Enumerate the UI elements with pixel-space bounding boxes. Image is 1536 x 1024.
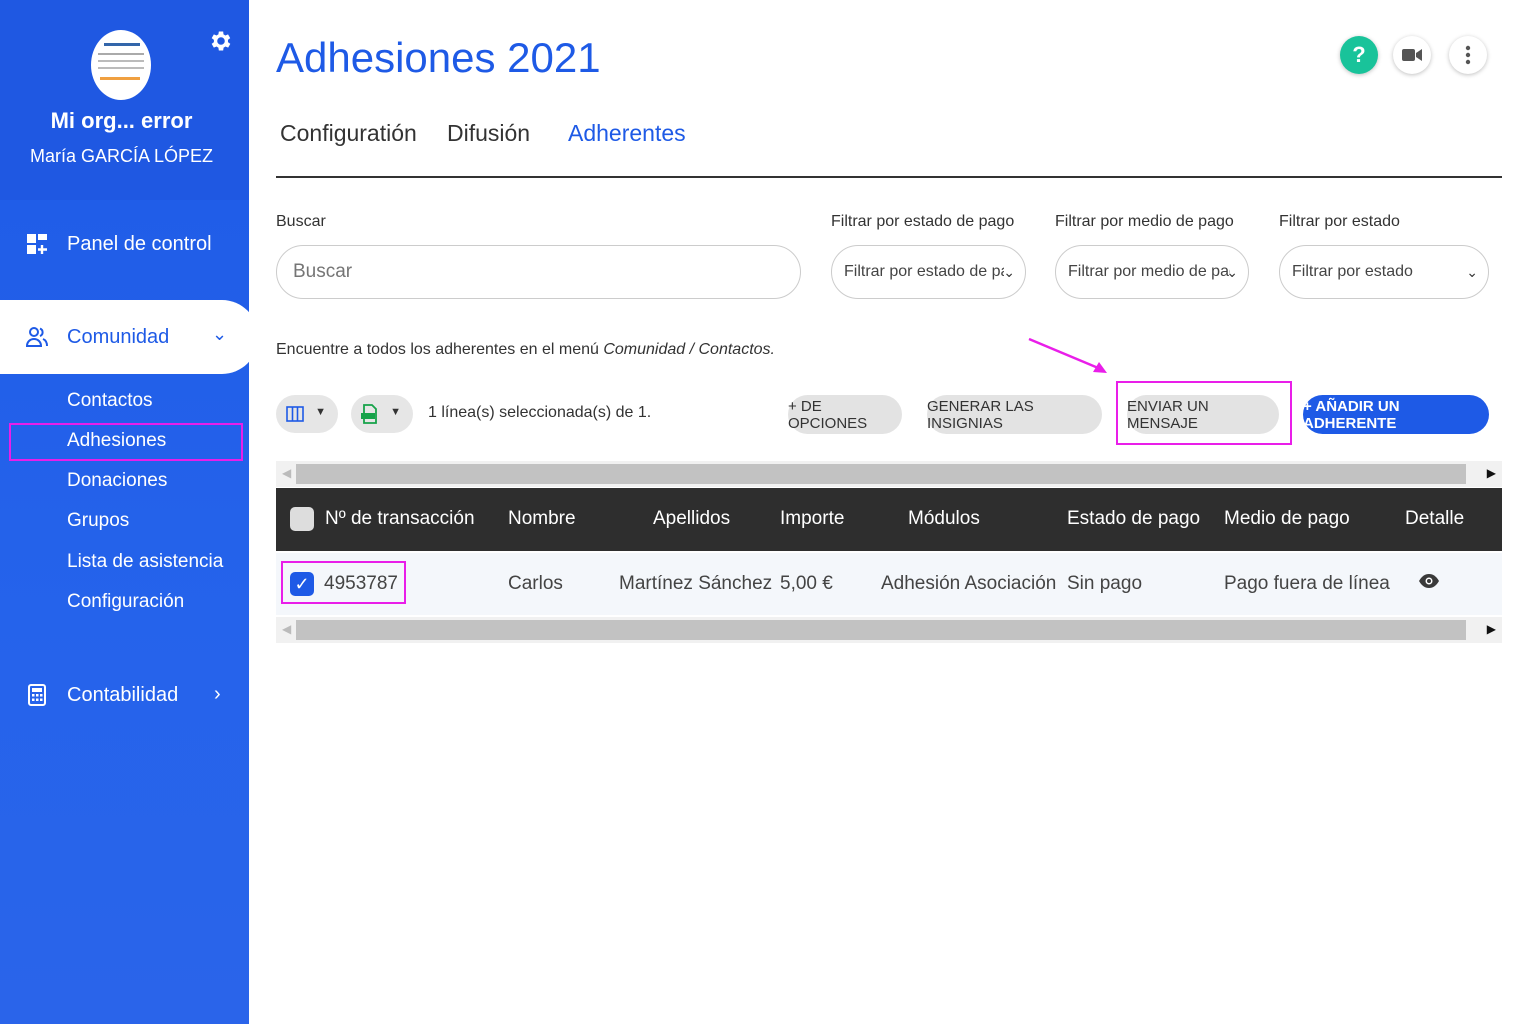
nav-community-label: Comunidad <box>67 325 170 348</box>
page-title: Adhesiones 2021 <box>276 34 601 81</box>
dashboard-icon <box>27 234 47 254</box>
col-detail: Detalle <box>1405 508 1465 529</box>
dropdown-caret-icon: ▼ <box>390 406 401 418</box>
tab-adherentes[interactable]: Adherentes <box>568 120 686 147</box>
status-label: Filtrar por estado <box>1279 213 1400 230</box>
video-button[interactable] <box>1393 36 1431 74</box>
sidebar-item-grupos[interactable]: Grupos <box>67 510 129 532</box>
tab-bar: Configuratión Difusión Adherentes <box>276 116 1502 178</box>
columns-button[interactable]: ▼ <box>276 395 338 433</box>
select-all-checkbox[interactable] <box>290 507 314 531</box>
user-name: María GARCÍA LÓPEZ <box>29 146 214 166</box>
add-member-button[interactable]: + AÑADIR UN ADHERENTE <box>1303 395 1489 434</box>
tab-difusion[interactable]: Difusión <box>447 120 530 147</box>
selection-count: 1 línea(s) seleccionada(s) de 1. <box>428 404 652 421</box>
cell-module: Adhesión Asociación <box>881 573 1057 594</box>
chevron-down-icon: ⌄ <box>1003 264 1015 280</box>
generate-badges-button[interactable]: GENERAR LAS INSIGNIAS <box>927 395 1102 434</box>
chevron-down-icon: ⌄ <box>1466 264 1478 280</box>
profile-section: Mi org... error María GARCÍA LÓPEZ <box>0 0 249 200</box>
export-file-icon <box>361 404 377 424</box>
nav-community[interactable]: Comunidad ⌄ <box>0 300 258 374</box>
col-payment-method[interactable]: Medio de pago <box>1224 508 1350 530</box>
col-amount[interactable]: Importe <box>780 508 844 530</box>
cell-amount: 5,00 € <box>780 573 833 594</box>
info-text-main: Encuentre a todos los adherentes en el m… <box>276 341 604 358</box>
annotation-arrow-icon <box>1028 337 1107 373</box>
chevron-right-icon[interactable]: › <box>214 683 221 706</box>
eye-icon[interactable] <box>1418 573 1440 589</box>
nav-dashboard-label: Panel de control <box>67 232 212 255</box>
help-button[interactable]: ? <box>1340 36 1378 74</box>
sidebar-item-configuracion[interactable]: Configuración <box>67 591 184 613</box>
video-camera-icon <box>1402 49 1422 61</box>
org-name: Mi org... error <box>50 108 193 133</box>
send-message-highlight <box>1116 381 1292 445</box>
table-row[interactable]: ✓ 4953787 Carlos Martínez Sánchez 5,00 €… <box>276 553 1502 615</box>
status-value: Filtrar por estado <box>1292 263 1413 280</box>
more-options-btn[interactable]: + DE OPCIONES <box>788 395 902 434</box>
chevron-down-icon: ⌄ <box>1226 264 1238 280</box>
transaction-highlight <box>281 561 406 604</box>
dropdown-caret-icon: ▼ <box>315 406 326 418</box>
help-icon: ? <box>1352 42 1366 67</box>
search-input[interactable] <box>276 245 801 299</box>
active-item-highlight <box>9 423 243 461</box>
payment-status-label: Filtrar por estado de pago <box>831 213 1015 230</box>
cell-last-name: Martínez Sánchez <box>619 573 773 594</box>
col-last-name[interactable]: Apellidos <box>653 508 730 530</box>
columns-icon <box>286 406 304 422</box>
scroll-right-icon[interactable]: ▶ <box>1487 622 1496 636</box>
more-vertical-icon <box>1465 45 1471 65</box>
horizontal-scrollbar-top[interactable]: ◀ ▶ <box>276 461 1502 487</box>
scroll-left-icon[interactable]: ◀ <box>282 622 291 636</box>
horizontal-scrollbar-bottom[interactable]: ◀ ▶ <box>276 617 1502 643</box>
col-first-name[interactable]: Nombre <box>508 508 576 530</box>
tab-configuracion[interactable]: Configuratión <box>280 120 417 147</box>
sidebar-item-asistencia[interactable]: Lista de asistencia <box>67 551 223 573</box>
payment-method-select[interactable]: Filtrar por medio de pago ⌄ <box>1055 245 1249 299</box>
info-text: Encuentre a todos los adherentes en el m… <box>276 341 775 359</box>
col-modules[interactable]: Módulos <box>908 508 980 530</box>
nav-accounting[interactable]: Contabilidad › <box>0 665 249 725</box>
scroll-right-icon[interactable]: ▶ <box>1487 466 1496 480</box>
avatar[interactable] <box>91 30 151 100</box>
sidebar-item-contactos[interactable]: Contactos <box>67 390 153 412</box>
chevron-down-icon[interactable]: ⌄ <box>212 324 227 345</box>
payment-status-select[interactable]: Filtrar por estado de pago ⌄ <box>831 245 1026 299</box>
scroll-thumb[interactable] <box>296 620 1466 640</box>
sidebar: Mi org... error María GARCÍA LÓPEZ Panel… <box>0 0 258 1024</box>
payment-method-value: Filtrar por medio de pago <box>1068 263 1230 280</box>
cell-first-name: Carlos <box>508 573 563 594</box>
nav-dashboard[interactable]: Panel de control <box>0 214 249 274</box>
sidebar-item-donaciones[interactable]: Donaciones <box>67 470 167 492</box>
col-transaction[interactable]: Nº de transacción <box>325 508 475 530</box>
nav-accounting-label: Contabilidad <box>67 683 179 706</box>
cell-payment-method: Pago fuera de línea <box>1224 573 1390 594</box>
users-icon <box>25 327 48 347</box>
table-header: Nº de transacción Nombre Apellidos Impor… <box>276 488 1502 551</box>
status-select[interactable]: Filtrar por estado ⌄ <box>1279 245 1489 299</box>
scroll-thumb[interactable] <box>296 464 1466 484</box>
scroll-left-icon[interactable]: ◀ <box>282 466 291 480</box>
search-label: Buscar <box>276 213 326 230</box>
cell-payment-status: Sin pago <box>1067 573 1143 594</box>
payment-method-label: Filtrar por medio de pago <box>1055 213 1234 230</box>
more-options-button[interactable] <box>1449 36 1487 74</box>
calculator-icon <box>28 684 46 706</box>
gear-icon[interactable] <box>208 28 234 54</box>
contacts-link[interactable]: Comunidad / Contactos. <box>603 341 775 358</box>
payment-status-value: Filtrar por estado de pago <box>844 263 1004 280</box>
export-button[interactable]: ▼ <box>351 395 413 433</box>
col-payment-status[interactable]: Estado de pago <box>1067 508 1200 530</box>
